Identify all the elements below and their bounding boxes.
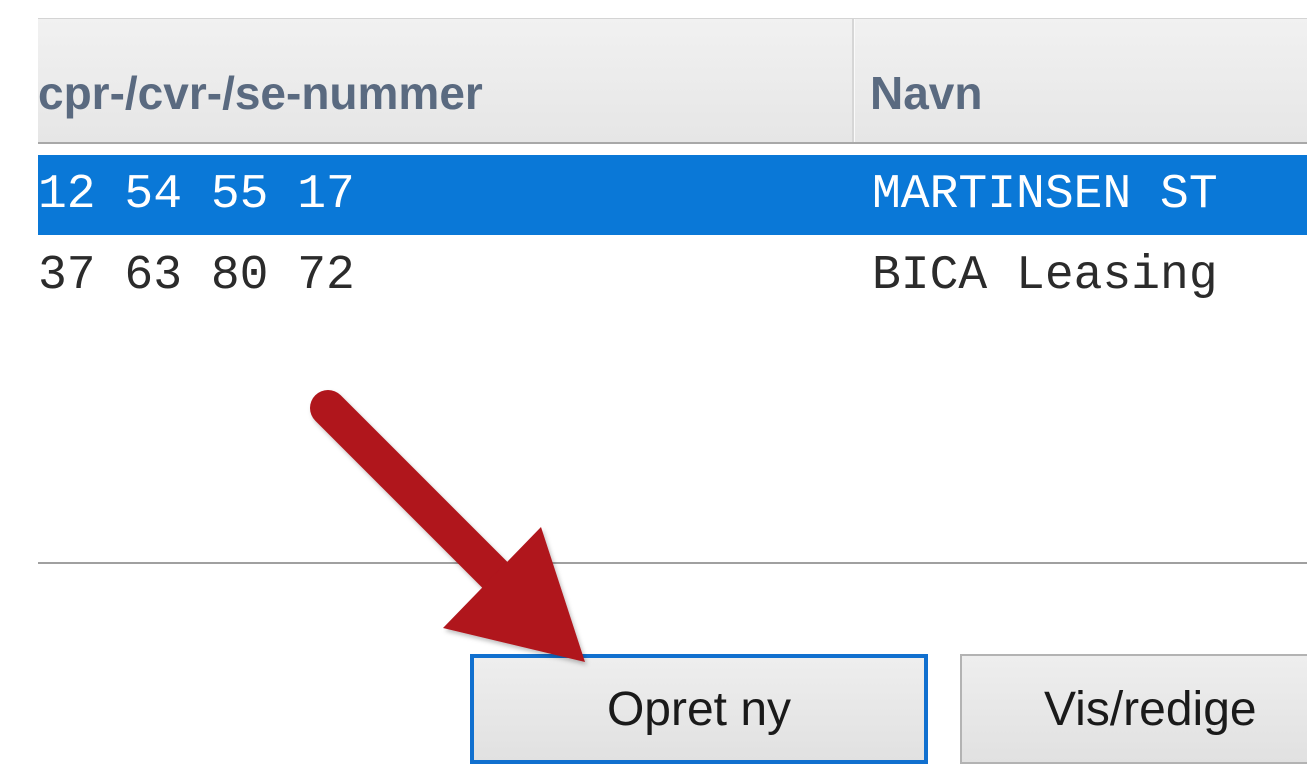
column-divider[interactable] [852,19,854,142]
arrow-shaft [310,390,526,606]
cell-navn: BICA Leasing [872,249,1218,303]
cell-cpr: 37 63 80 72 [38,249,355,303]
table-header: cpr-/cvr-/se-nummer Navn [38,18,1307,144]
column-header-cpr[interactable]: cpr-/cvr-/se-nummer [38,65,483,121]
arrow-head [443,527,585,662]
cell-cpr: 12 54 55 17 [38,168,355,222]
table-row-selected[interactable]: 12 54 55 17 MARTINSEN ST [38,155,1307,235]
column-header-navn[interactable]: Navn [870,65,982,121]
vis-rediger-button[interactable]: Vis/redige [960,654,1307,764]
separator-line [38,562,1307,564]
table-row[interactable]: 37 63 80 72 BICA Leasing [38,236,1307,316]
cell-navn: MARTINSEN ST [872,168,1218,222]
opret-ny-button[interactable]: Opret ny [470,654,928,764]
